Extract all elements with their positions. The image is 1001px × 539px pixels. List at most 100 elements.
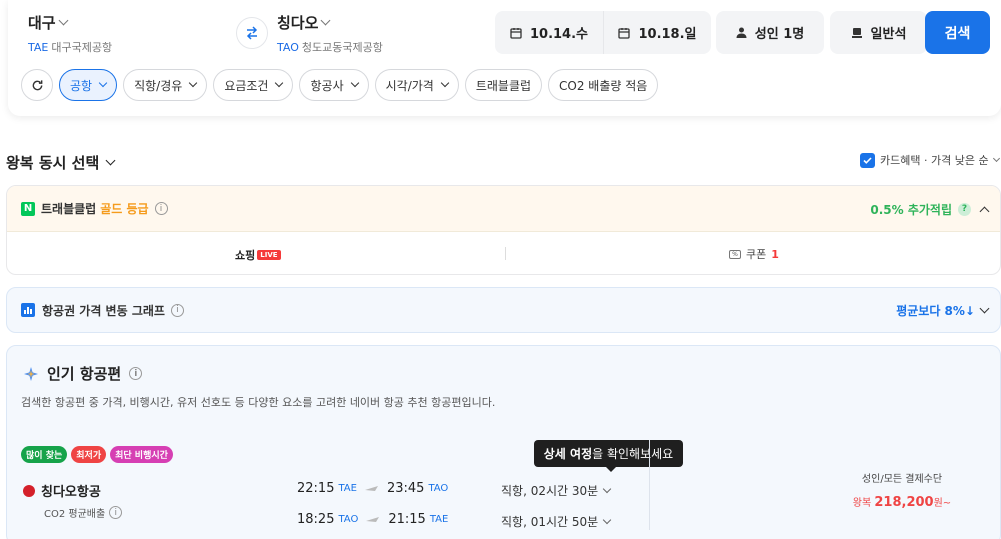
depart-date-button[interactable]: 10.14.수 bbox=[495, 11, 603, 54]
divider bbox=[649, 440, 650, 530]
chevron-down-icon bbox=[275, 78, 284, 88]
itinerary-tooltip: 상세 여정 을 확인해보세요 bbox=[534, 440, 683, 472]
live-badge: LIVE bbox=[257, 250, 281, 260]
bar-chart-icon bbox=[21, 303, 35, 317]
return-date-button[interactable]: 10.18.일 bbox=[603, 11, 711, 54]
chevron-down-icon bbox=[105, 155, 116, 166]
info-icon[interactable]: i bbox=[170, 303, 184, 317]
chevron-down-icon bbox=[602, 515, 612, 524]
info-icon[interactable]: i bbox=[109, 506, 123, 519]
chevron-down-icon bbox=[602, 484, 612, 493]
club-title: 트래블클럽 bbox=[41, 202, 97, 216]
card-benefit-label: 카드혜택 · 가격 낮은 순 bbox=[880, 154, 989, 167]
filter-airline[interactable]: 항공사 bbox=[299, 69, 369, 101]
filter-stops[interactable]: 직항/경유 bbox=[123, 69, 208, 101]
return-date: 10.18.일 bbox=[638, 27, 697, 42]
inbound-dep-code: TAO bbox=[338, 514, 359, 525]
departure-airport: 대구국제공항 bbox=[51, 41, 113, 54]
departure-code: TAE bbox=[28, 41, 49, 54]
search-panel: 대구 TAE 대구국제공항 칭다오 TAO 청도교동국제공항 10.14.수 10.… bbox=[8, 0, 1001, 116]
seat-icon bbox=[851, 27, 862, 38]
chevron-down-icon bbox=[350, 78, 359, 88]
popular-title: 인기 항공편 bbox=[47, 365, 122, 383]
outbound-leg: 22:15 TAE 23:45 TAO bbox=[297, 481, 448, 496]
chevron-down-icon bbox=[992, 154, 1000, 162]
chevron-down-icon[interactable] bbox=[979, 303, 990, 313]
plane-icon bbox=[364, 485, 378, 491]
outbound-arr-time: 23:45 bbox=[386, 481, 425, 496]
reset-filters-button[interactable] bbox=[21, 69, 53, 101]
co2-info: CO2 평균배출 i bbox=[44, 505, 123, 520]
passenger-button[interactable]: 성인 1명 bbox=[716, 11, 824, 54]
coupon-count: 1 bbox=[771, 247, 779, 261]
calendar-icon bbox=[618, 27, 631, 39]
chevron-down-icon bbox=[440, 78, 450, 88]
price-graph-panel[interactable]: 항공권 가격 변동 그래프 i 평균보다 8%↓ bbox=[6, 287, 1001, 333]
plane-icon bbox=[366, 516, 380, 522]
filter-travel-club[interactable]: 트래블클럽 bbox=[464, 69, 543, 101]
chevron-up-icon[interactable] bbox=[979, 206, 990, 216]
price-suffix: 원~ bbox=[933, 498, 952, 509]
arrival-city: 칭다오 bbox=[277, 14, 319, 32]
checkbox-checked-icon[interactable] bbox=[860, 152, 875, 168]
passenger-count: 성인 1명 bbox=[754, 27, 805, 42]
chevron-down-icon bbox=[189, 78, 198, 88]
travel-club-panel: N 트래블클럽 골드 등급 i 0.5% 추가적립 ? 쇼핑 LIVE % 쿠폰… bbox=[6, 185, 1001, 275]
naver-logo-icon: N bbox=[21, 201, 35, 216]
info-icon[interactable]: i bbox=[129, 367, 143, 380]
outbound-dep-code: TAE bbox=[338, 483, 357, 494]
arrival-selector[interactable]: 칭다오 TAO 청도교동국제공항 bbox=[277, 12, 383, 55]
badge-lowest-price: 최저가 bbox=[71, 446, 107, 463]
price-button[interactable]: 성인/모든 결제수단 왕복 218,200원~ bbox=[847, 470, 957, 510]
round-trip-selector[interactable]: 왕복 동시 선택 bbox=[6, 152, 116, 173]
outbound-duration[interactable]: 직항, 02시간 30분 bbox=[501, 482, 612, 499]
coupon-link[interactable]: % 쿠폰 1 bbox=[729, 246, 779, 262]
info-icon[interactable]: i bbox=[154, 202, 168, 215]
refresh-icon bbox=[32, 79, 42, 90]
chevron-down-icon bbox=[320, 15, 331, 26]
flight-badges: 많이 찾는 최저가 최단 비행시간 bbox=[21, 446, 173, 463]
cabin-class-button[interactable]: 일반석 bbox=[830, 11, 927, 54]
travel-club-header[interactable]: N 트래블클럽 골드 등급 i 0.5% 추가적립 ? bbox=[7, 186, 1000, 232]
inbound-leg: 18:25 TAO 21:15 TAE bbox=[297, 512, 448, 527]
sparkle-icon bbox=[24, 366, 38, 381]
card-benefit-toggle[interactable]: 카드혜택 · 가격 낮은 순 bbox=[860, 152, 1000, 168]
outbound-dep-time: 22:15 bbox=[297, 481, 335, 496]
filter-time-price[interactable]: 시각/가격 bbox=[374, 69, 459, 101]
popular-description: 검색한 항공편 중 가격, 비행시간, 유저 선호도 등 다양한 요소를 고려한… bbox=[21, 396, 496, 409]
outbound-arr-code: TAO bbox=[428, 483, 449, 494]
arrival-airport: 청도교동국제공항 bbox=[301, 41, 383, 54]
shopping-live-link[interactable]: 쇼핑 LIVE bbox=[235, 247, 281, 263]
inbound-arr-time: 21:15 bbox=[388, 512, 426, 527]
price-amount: 218,200 bbox=[874, 495, 934, 510]
divider bbox=[505, 247, 506, 260]
search-button[interactable]: 검색 bbox=[925, 11, 990, 54]
shopping-label: 쇼핑 bbox=[235, 249, 256, 262]
airline-logo-icon bbox=[23, 484, 35, 497]
price-prefix: 왕복 bbox=[852, 498, 872, 509]
graph-title: 항공권 가격 변동 그래프 bbox=[42, 303, 165, 318]
depart-date: 10.14.수 bbox=[529, 27, 589, 42]
departure-city: 대구 bbox=[28, 14, 56, 32]
filter-fare-conditions[interactable]: 요금조건 bbox=[213, 69, 294, 101]
club-reward: 0.5% 추가적립 bbox=[870, 202, 952, 217]
badge-popular: 많이 찾는 bbox=[21, 446, 68, 463]
swap-icon bbox=[246, 26, 258, 40]
badge-shortest-time: 최단 비행시간 bbox=[110, 446, 173, 463]
swap-route-button[interactable] bbox=[236, 17, 268, 49]
filter-low-co2[interactable]: CO2 배출량 적음 bbox=[548, 69, 659, 101]
person-icon bbox=[736, 27, 747, 38]
price-label: 성인/모든 결제수단 bbox=[861, 474, 943, 485]
help-icon[interactable]: ? bbox=[958, 202, 971, 216]
inbound-duration[interactable]: 직항, 01시간 50분 bbox=[501, 513, 612, 530]
inbound-arr-code: TAE bbox=[429, 514, 449, 525]
departure-selector[interactable]: 대구 TAE 대구국제공항 bbox=[28, 12, 112, 55]
calendar-icon bbox=[510, 27, 522, 39]
chevron-down-icon bbox=[58, 15, 69, 26]
price-compare: 평균보다 8%↓ bbox=[896, 303, 975, 318]
filter-bar: 공항 직항/경유 요금조건 항공사 시각/가격 트래블클럽 CO2 배출량 적음 bbox=[21, 69, 659, 101]
arrival-code: TAO bbox=[277, 41, 299, 54]
section-title: 왕복 동시 선택 bbox=[6, 154, 100, 172]
filter-airport[interactable]: 공항 bbox=[59, 69, 118, 101]
inbound-dep-time: 18:25 bbox=[297, 512, 335, 527]
